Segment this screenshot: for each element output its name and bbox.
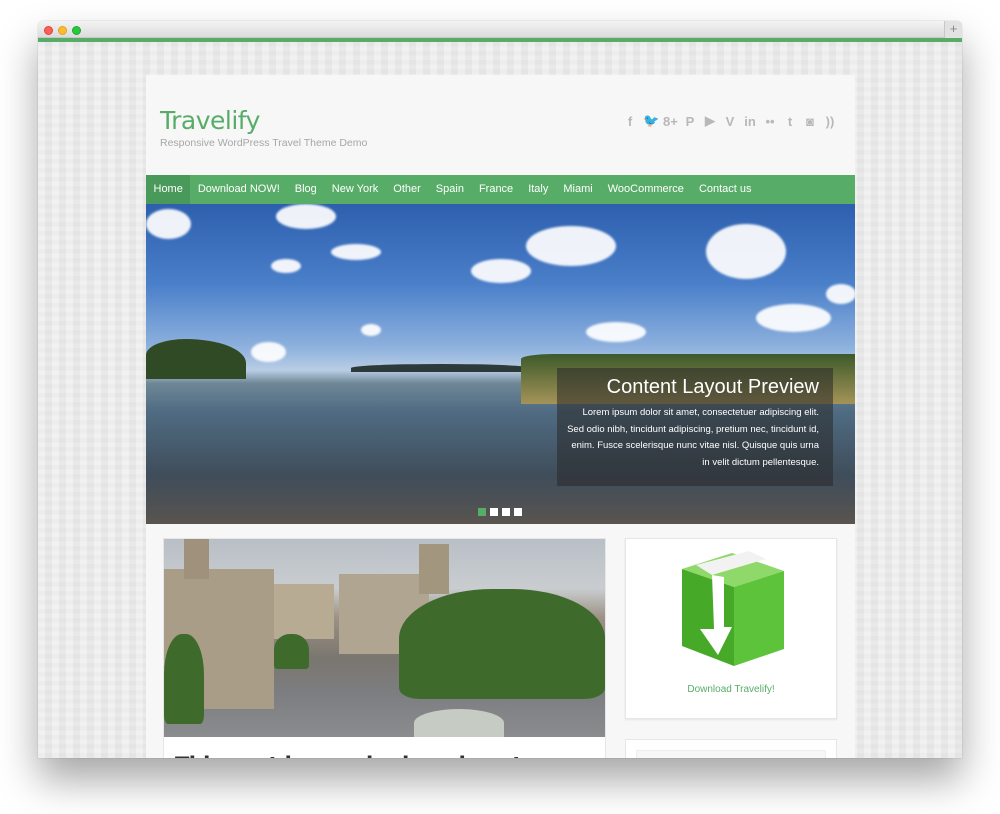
browser-window: + Travelify Responsive WordPress Travel … (38, 21, 962, 758)
nav-item-france[interactable]: France (471, 175, 520, 204)
nav-item-blog[interactable]: Blog (287, 175, 324, 204)
page-background: Travelify Responsive WordPress Travel Th… (38, 42, 962, 758)
youtube-icon[interactable]: ▶ (703, 113, 717, 129)
site-description: Responsive WordPress Travel Theme Demo (160, 137, 368, 149)
nav-item-download-now[interactable]: Download NOW! (190, 175, 287, 204)
hero-slider[interactable]: Content Layout Preview Lorem ipsum dolor… (146, 204, 855, 524)
tumblr-icon[interactable]: t (783, 114, 797, 129)
flickr-icon[interactable]: •• (763, 114, 777, 129)
rss-icon[interactable]: )) (823, 114, 837, 129)
slider-caption: Content Layout Preview Lorem ipsum dolor… (557, 368, 833, 486)
new-tab-button[interactable]: + (944, 21, 962, 38)
social-icons: f 🐦 8+ P ▶ Vin •• t ◙)) (623, 113, 837, 129)
slider-island (146, 339, 246, 379)
post-title[interactable]: This post has no body – almost (175, 753, 522, 758)
nav-item-italy[interactable]: Italy (521, 175, 556, 204)
slider-caption-title: Content Layout Preview (606, 376, 819, 398)
vimeo-icon[interactable]: V (723, 114, 737, 129)
twitter-icon[interactable]: 🐦 (643, 113, 659, 129)
nav-item-woocommerce[interactable]: WooCommerce (600, 175, 691, 204)
minimize-window-button[interactable] (58, 26, 67, 35)
browser-titlebar: + (38, 21, 962, 38)
facebook-icon[interactable]: f (623, 114, 637, 129)
search-widget (625, 739, 837, 758)
main-navigation: Home Download NOW! Blog New York Other Spain F… (146, 175, 855, 204)
slider-dot-4[interactable] (514, 508, 522, 516)
slider-dot-2[interactable] (490, 508, 498, 516)
slider-hills (351, 364, 531, 372)
nav-item-miami[interactable]: Miami (556, 175, 600, 204)
slider-pagination (478, 508, 522, 516)
nav-item-spain[interactable]: Spain (428, 175, 471, 204)
download-travelify-link[interactable]: Download Travelify! (626, 684, 836, 695)
download-widget: Download Travelify! (625, 538, 837, 719)
google-plus-icon[interactable]: 8+ (663, 114, 678, 129)
site-container: Travelify Responsive WordPress Travel Th… (146, 75, 855, 758)
instagram-icon[interactable]: ◙ (803, 114, 817, 129)
zoom-window-button[interactable] (72, 26, 81, 35)
post-card: This post has no body – almost (163, 538, 606, 758)
pinterest-icon[interactable]: P (683, 114, 697, 129)
search-input[interactable] (636, 750, 826, 758)
nav-item-new-york[interactable]: New York (324, 175, 385, 204)
linkedin-icon[interactable]: in (743, 114, 757, 129)
download-box-icon[interactable] (674, 551, 790, 669)
post-featured-image[interactable] (164, 539, 605, 737)
nav-item-contact-us[interactable]: Contact us (691, 175, 759, 204)
nav-item-other[interactable]: Other (386, 175, 429, 204)
close-window-button[interactable] (44, 26, 53, 35)
slider-dot-1[interactable] (478, 508, 486, 516)
slider-dot-3[interactable] (502, 508, 510, 516)
slider-caption-text: Lorem ipsum dolor sit amet, consectetuer… (567, 407, 819, 468)
site-title-link[interactable]: Travelify (160, 106, 260, 135)
nav-item-home[interactable]: Home (146, 175, 191, 204)
